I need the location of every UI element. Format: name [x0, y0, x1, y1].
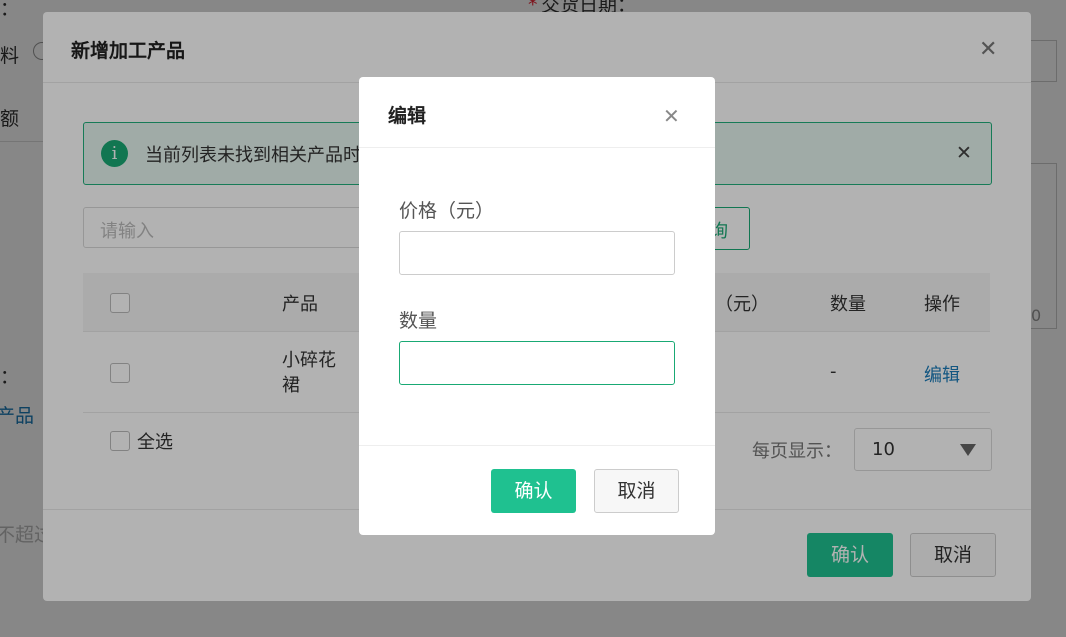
price-input[interactable] [399, 231, 675, 275]
edit-close-icon[interactable]: ✕ [663, 105, 680, 127]
quantity-input[interactable] [399, 341, 675, 385]
price-label: 价格（元） [399, 200, 495, 222]
edit-dialog-header: 编辑 ✕ [359, 77, 715, 148]
edit-dialog: 编辑 ✕ 价格（元） 数量 确认 取消 [359, 77, 715, 535]
edit-cancel-button[interactable]: 取消 [594, 469, 679, 513]
edit-dialog-title: 编辑 [388, 105, 427, 127]
quantity-label: 数量 [399, 310, 438, 332]
edit-confirm-button[interactable]: 确认 [491, 469, 576, 513]
edit-dialog-footer: 确认 取消 [359, 445, 715, 536]
